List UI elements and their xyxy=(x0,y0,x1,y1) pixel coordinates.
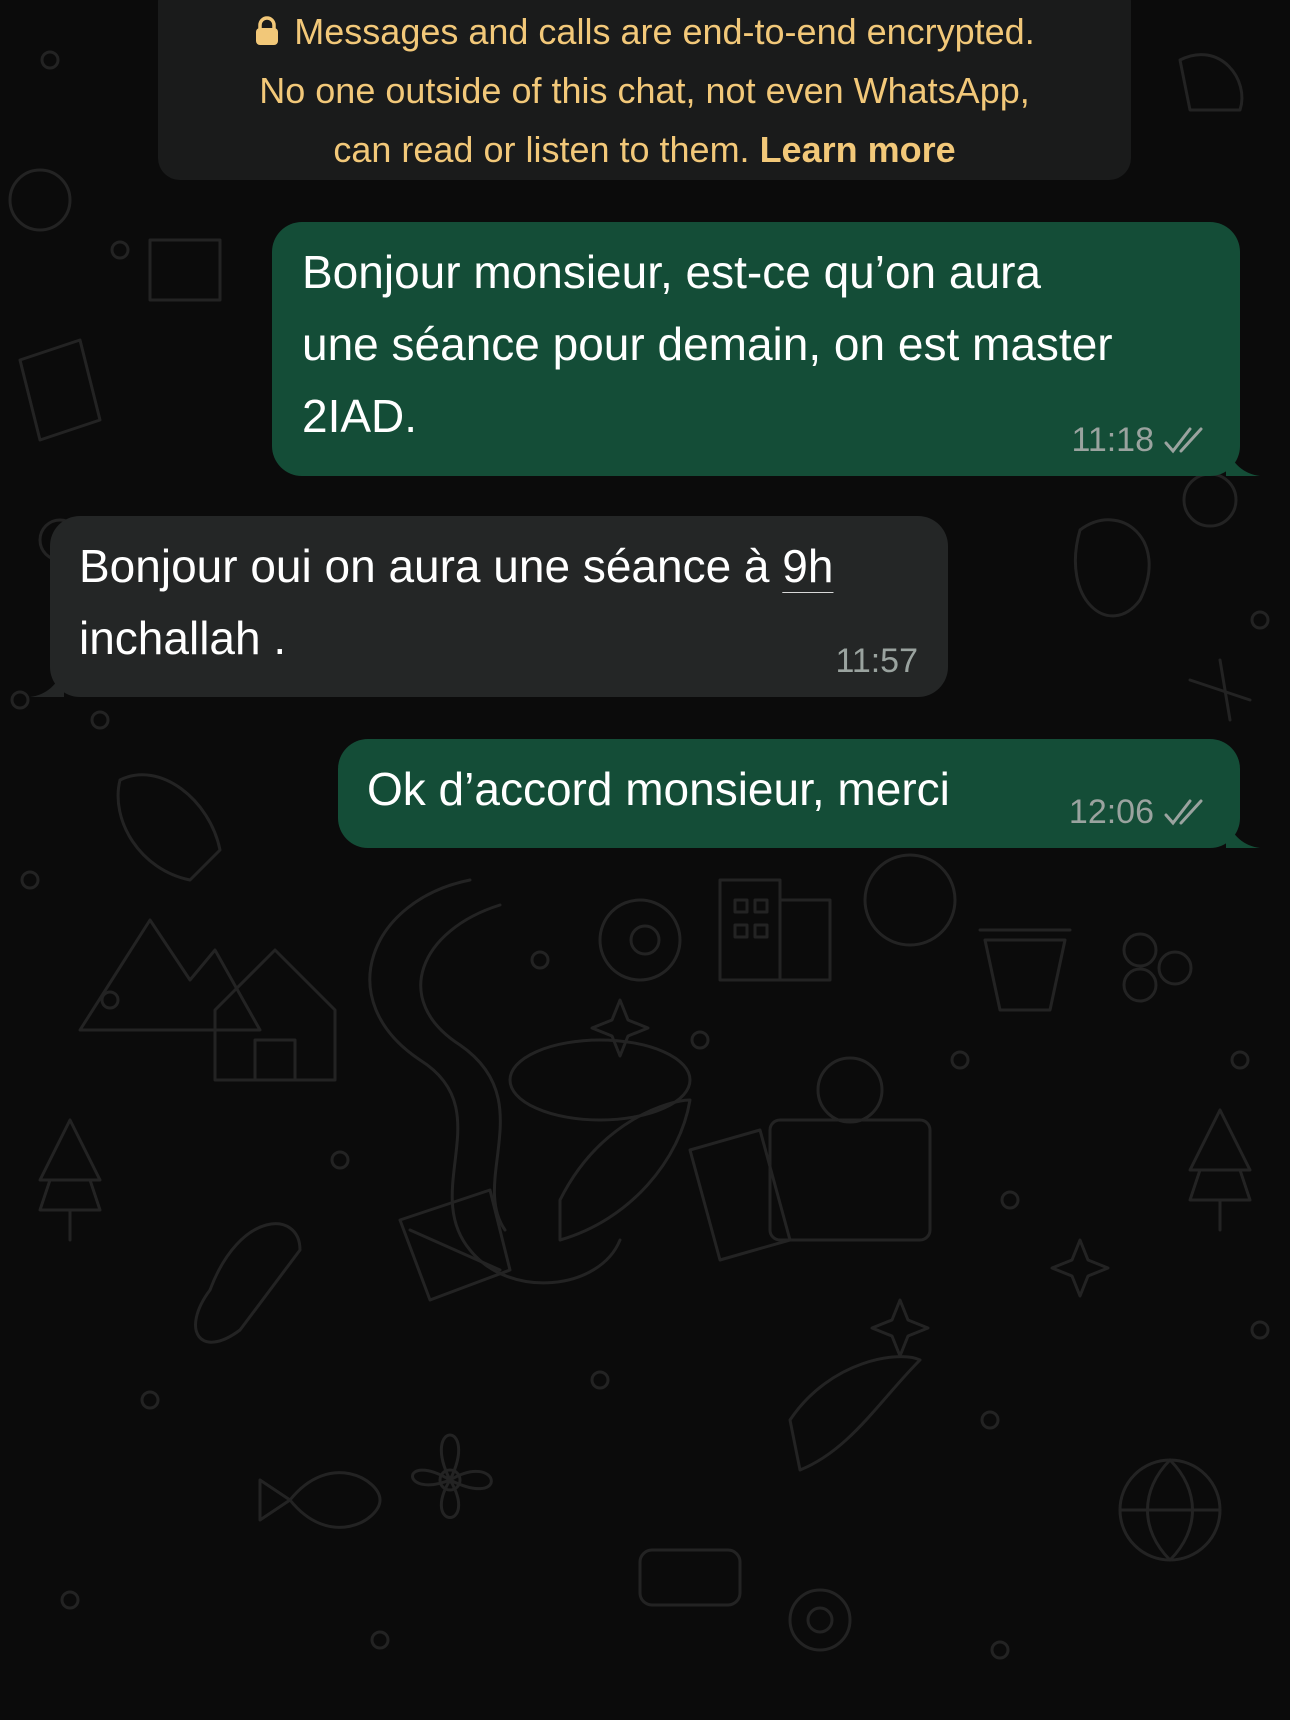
message-text: Bonjour oui on aura une séance à xyxy=(79,540,783,592)
encryption-notice-line-3: can read or listen to them. Learn more xyxy=(158,120,1131,179)
flower-doodle xyxy=(411,1433,493,1519)
dolphin-doodle xyxy=(788,1355,922,1472)
message-meta: 11:57 xyxy=(835,643,918,679)
bubble-tail xyxy=(1226,446,1260,476)
message-time: 11:18 xyxy=(1071,421,1154,459)
road-doodle xyxy=(368,878,622,1285)
clock-doodle xyxy=(638,1548,742,1607)
ball-doodle xyxy=(863,853,957,947)
lock-icon xyxy=(256,16,279,45)
fish-doodle xyxy=(258,1471,382,1529)
double-check-icon xyxy=(1164,427,1203,454)
tree-doodle xyxy=(38,1118,102,1242)
double-check-icon xyxy=(1164,799,1203,826)
laptop-doodle xyxy=(768,1118,932,1242)
message-text-line: une séance pour demain, on est master xyxy=(302,318,1113,370)
message-time: 11:57 xyxy=(835,642,918,680)
message-meta: 11:18 xyxy=(1071,422,1212,458)
encryption-notice[interactable]: Messages and calls are end-to-end encryp… xyxy=(158,0,1131,180)
outgoing-message[interactable]: Ok d’accord monsieur, merci 12:06 xyxy=(338,739,1240,848)
house-doodle xyxy=(213,948,337,1082)
rocket-doodle xyxy=(116,773,222,882)
learn-more-link[interactable]: Learn more xyxy=(760,129,956,170)
bubble-tail xyxy=(30,667,64,697)
message-meta: 12:06 xyxy=(1069,794,1212,830)
incoming-message[interactable]: Bonjour oui on aura une séance à 9h inch… xyxy=(50,516,948,697)
message-text-line: inchallah . xyxy=(79,612,287,664)
sun-doodle xyxy=(788,1588,852,1652)
message-time: 12:06 xyxy=(1068,793,1154,831)
building-doodle xyxy=(718,878,782,982)
mountain-doodle xyxy=(78,918,262,1032)
star-doodle xyxy=(590,998,650,1058)
pot-doodle xyxy=(978,928,1072,1012)
bubble-tail xyxy=(1226,818,1260,848)
encryption-notice-text-3: can read or listen to them. xyxy=(333,129,760,170)
leaf-doodle xyxy=(558,1098,692,1242)
snowboard-doodle xyxy=(194,1222,302,1344)
encryption-notice-line-1: Messages and calls are end-to-end encryp… xyxy=(158,2,1131,61)
encryption-notice-line-2: No one outside of this chat, not even Wh… xyxy=(259,70,1030,111)
drum-doodle xyxy=(398,1188,512,1302)
encryption-notice-text-1: Messages and calls are end-to-end encryp… xyxy=(294,11,1035,52)
message-text-line: Bonjour oui on aura une séance à 9h xyxy=(79,530,919,602)
time-link[interactable]: 9h xyxy=(782,540,833,592)
message-text-line: Bonjour monsieur, est-ce qu’on aura xyxy=(302,246,1041,298)
outgoing-message[interactable]: Bonjour monsieur, est-ce qu’on aura une … xyxy=(272,222,1240,476)
